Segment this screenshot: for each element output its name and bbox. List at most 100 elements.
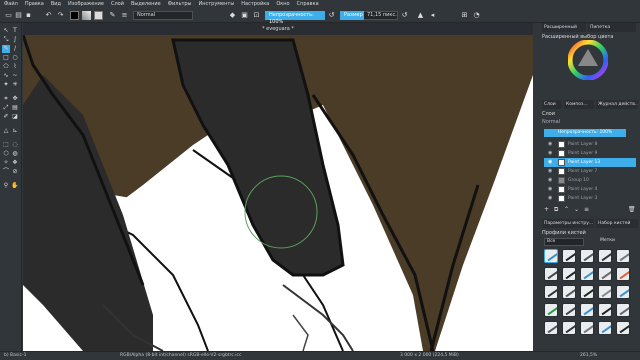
text-tool-icon[interactable]: T <box>11 27 19 35</box>
brush-preset[interactable] <box>580 303 594 317</box>
brush-preset[interactable] <box>598 285 612 299</box>
rect-select-icon[interactable]: ⬚ <box>2 141 10 149</box>
select-shapes-icon[interactable]: ↖ <box>2 27 10 35</box>
contiguous-select-icon[interactable]: ✧ <box>2 159 10 167</box>
layer-row[interactable]: ◉ Paint Layer 3 <box>544 194 636 203</box>
delete-layer-icon[interactable]: 🗑 <box>628 206 636 213</box>
multibrush-icon[interactable]: ✳ <box>11 81 19 89</box>
eraser-icon[interactable]: ◆ <box>228 11 237 20</box>
rectangle-tool-icon[interactable]: □ <box>2 54 10 62</box>
size-value[interactable]: 71,15 пикс. <box>364 11 398 20</box>
canvas[interactable] <box>23 35 533 351</box>
polygon-select-icon[interactable]: ⬡ <box>2 150 10 158</box>
zoom-tool-icon[interactable]: ⚲ <box>2 182 10 190</box>
layer-row[interactable]: ◉ Group 10 <box>544 176 636 185</box>
tab-compositions[interactable]: Композ... <box>564 100 594 109</box>
bezier-tool-icon[interactable]: ∿ <box>2 72 10 80</box>
save-icon[interactable]: ▪ <box>24 11 33 20</box>
dynamic-brush-icon[interactable]: ✦ <box>2 81 10 89</box>
reset-opacity-icon[interactable]: ↺ <box>327 11 336 20</box>
freehand-brush-icon[interactable]: ✎ <box>2 45 10 53</box>
line-tool-icon[interactable]: / <box>11 45 19 53</box>
brush-preset[interactable] <box>544 303 558 317</box>
brush-preset[interactable] <box>544 321 558 335</box>
wrap-around-icon[interactable]: ⊞ <box>460 11 469 20</box>
opacity-slider[interactable]: Непрозрачность: 100% <box>265 11 325 25</box>
magnetic-select-icon[interactable]: ⊘ <box>11 168 19 176</box>
similar-select-icon[interactable]: ❖ <box>11 159 19 167</box>
layer-row[interactable]: ◉ Paint Layer 7 <box>544 167 636 176</box>
redo-icon[interactable]: ↷ <box>56 11 65 20</box>
tab-history[interactable]: Журнал действ... <box>596 100 638 109</box>
edit-shapes-icon[interactable]: ⤡ <box>2 36 10 44</box>
gradient-tool-icon[interactable]: ▤ <box>11 104 19 112</box>
color-picker-icon[interactable]: ✐ <box>2 113 10 121</box>
assistant-tool-icon[interactable]: △ <box>2 127 10 135</box>
calligraphy-icon[interactable]: ∫ <box>11 36 19 44</box>
pan-tool-icon[interactable]: ✋ <box>11 182 19 190</box>
brush-preset[interactable] <box>544 267 558 281</box>
brush-preset[interactable] <box>580 267 594 281</box>
document-tab[interactable]: * eveguara * <box>23 23 533 35</box>
color-wheel[interactable] <box>568 40 608 80</box>
brush-preset[interactable] <box>562 249 576 263</box>
menu-tools[interactable]: Инструменты <box>198 0 234 8</box>
preserve-alpha-icon[interactable]: ▣ <box>240 11 249 20</box>
layer-row[interactable]: ◉ Paint Layer 8 <box>544 140 636 149</box>
reset-size-icon[interactable]: ↺ <box>400 11 409 20</box>
tab-brush-presets[interactable]: Набор кистей <box>596 219 638 228</box>
move-tool-icon[interactable]: ✥ <box>11 95 19 103</box>
blend-mode-select[interactable]: Normal <box>133 11 193 20</box>
brush-preset[interactable] <box>616 303 630 317</box>
brush-preset[interactable] <box>544 285 558 299</box>
mirror-vertical-icon[interactable]: ◂ <box>428 11 437 20</box>
layer-properties-icon[interactable]: ≡ <box>584 206 589 213</box>
fill-tool-icon[interactable]: ◪ <box>11 113 19 121</box>
tab-layers[interactable]: Слои <box>542 100 562 109</box>
pattern-swatch[interactable] <box>94 11 103 20</box>
visibility-icon[interactable]: ◉ <box>548 158 552 167</box>
brush-preset[interactable] <box>616 285 630 299</box>
undo-icon[interactable]: ↶ <box>44 11 53 20</box>
layer-row[interactable]: ◉ Paint Layer 4 <box>544 185 636 194</box>
menu-layer[interactable]: Слой <box>111 0 124 8</box>
menu-help[interactable]: Справка <box>297 0 319 8</box>
new-document-icon[interactable]: ▭ <box>4 11 13 20</box>
menu-filters[interactable]: Фильтры <box>168 0 192 8</box>
brush-preset[interactable] <box>598 249 612 263</box>
duplicate-layer-icon[interactable]: ⧉ <box>554 206 558 214</box>
brush-preset[interactable] <box>562 303 576 317</box>
foreground-color-swatch[interactable] <box>70 11 79 20</box>
brush-preset[interactable] <box>598 267 612 281</box>
polyline-tool-icon[interactable]: ⌇ <box>11 63 19 71</box>
menu-settings[interactable]: Настройка <box>241 0 269 8</box>
layer-opacity-slider[interactable]: Непрозрачность: 100% <box>544 129 626 137</box>
menu-select[interactable]: Выделение <box>131 0 161 8</box>
tab-tool-options[interactable]: Параметры инстру... <box>542 219 594 228</box>
brush-preset[interactable] <box>616 267 630 281</box>
brush-preset[interactable] <box>580 285 594 299</box>
visibility-icon[interactable]: ◉ <box>548 185 552 194</box>
menu-file[interactable]: Файл <box>4 0 18 8</box>
visibility-icon[interactable]: ◉ <box>548 176 552 185</box>
bezier-select-icon[interactable]: ⌒ <box>2 168 10 176</box>
workspace-icon[interactable]: ◔ <box>472 11 481 20</box>
size-label[interactable]: Размер <box>340 11 364 20</box>
open-document-icon[interactable]: ▤ <box>14 11 23 20</box>
polygon-tool-icon[interactable]: ⬠ <box>2 63 10 71</box>
menu-window[interactable]: Окно <box>276 0 289 8</box>
brush-preset-icon[interactable]: ✎ <box>108 11 117 20</box>
layer-row-active[interactable]: ◉ Paint Layer 13 <box>544 158 636 167</box>
brush-filter-select[interactable]: Все <box>544 238 584 246</box>
status-zoom[interactable]: 261,5% <box>580 352 597 360</box>
visibility-icon[interactable]: ◉ <box>548 194 552 203</box>
brush-preset[interactable] <box>580 249 594 263</box>
add-layer-icon[interactable]: + <box>544 206 549 213</box>
mirror-horizontal-icon[interactable]: ▲ <box>416 11 425 20</box>
gradient-swatch[interactable] <box>82 11 91 20</box>
brush-preset[interactable] <box>562 321 576 335</box>
menu-edit[interactable]: Правка <box>25 0 44 8</box>
brush-preset[interactable] <box>544 249 558 263</box>
layer-row[interactable]: ◉ Paint Layer 9 <box>544 149 636 158</box>
brush-tag-label[interactable]: Метки <box>600 238 615 243</box>
